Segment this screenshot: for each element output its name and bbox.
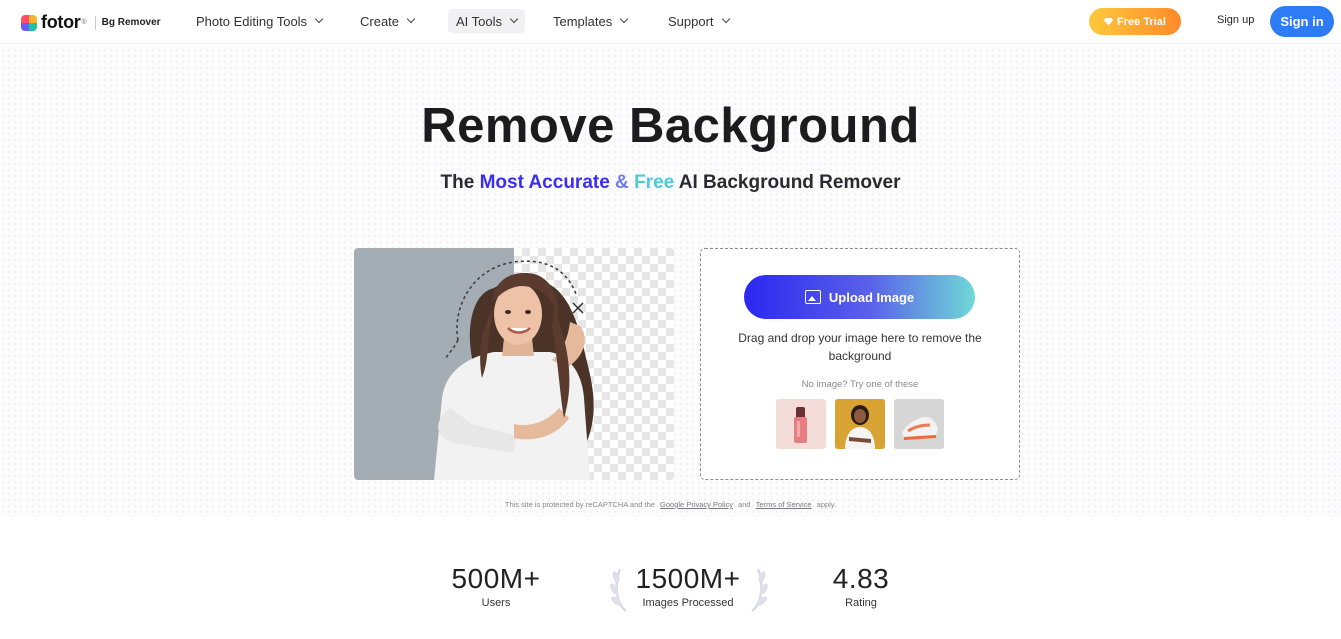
subtitle-part: The — [440, 172, 480, 193]
terms-of-service-link[interactable]: Terms of Service — [756, 500, 812, 509]
sample-image-lipstick[interactable] — [776, 399, 826, 449]
sample-images — [776, 399, 944, 449]
fotor-logo[interactable]: fotor ® Bg Remover — [21, 12, 161, 33]
background-removal-demo-image — [354, 248, 674, 480]
nav-photo-editing-tools[interactable]: Photo Editing Tools — [188, 9, 330, 33]
logo-product-name: Bg Remover — [101, 17, 161, 28]
upload-drop-zone[interactable]: Upload Image Drag and drop your image he… — [700, 248, 1020, 480]
recaptcha-notice: This site is protected by reCAPTCHA and … — [0, 500, 1341, 509]
privacy-policy-link[interactable]: Google Privacy Policy — [660, 500, 733, 509]
sample-prompt: No image? Try one of these — [801, 379, 919, 390]
sneaker-icon — [894, 399, 944, 449]
nav-label: Support — [668, 13, 714, 29]
add-image-icon — [804, 290, 821, 304]
subtitle-highlight-free: Free — [634, 172, 675, 193]
nav-label: Photo Editing Tools — [196, 13, 308, 29]
page-subtitle: The Most Accurate & Free AI Background R… — [0, 172, 1341, 194]
stat-users: 500M+ Users — [436, 563, 556, 609]
sign-up-link[interactable]: Sign up — [1217, 14, 1254, 26]
chevron-down-icon — [314, 14, 324, 24]
nav-templates[interactable]: Templates — [545, 9, 635, 33]
registered-mark: ® — [81, 19, 87, 26]
stat-images-processed: 1500M+ Images Processed — [622, 563, 754, 609]
upload-description: Drag and drop your image here to remove … — [738, 331, 982, 363]
nav-create[interactable]: Create — [352, 9, 422, 33]
chevron-down-icon — [620, 14, 629, 24]
chevron-down-icon — [406, 14, 416, 24]
stat-value: 4.83 — [832, 563, 890, 594]
chevron-down-icon — [509, 14, 519, 24]
stat-value: 500M+ — [451, 563, 541, 594]
nav-label: Create — [360, 13, 400, 29]
stat-rating: 4.83 Rating — [806, 563, 916, 609]
legal-suffix: apply. — [816, 500, 837, 509]
stat-value: 1500M+ — [635, 563, 741, 594]
sample-image-sneaker[interactable] — [894, 399, 944, 449]
laurel-right-icon — [751, 568, 768, 612]
page-title: Remove Background — [421, 99, 920, 153]
woman-portrait-icon — [835, 399, 885, 449]
legal-and: and — [738, 500, 751, 509]
nav-label: Templates — [553, 13, 613, 29]
free-trial-label: Free Trial — [1117, 15, 1166, 28]
subtitle-part: AI Background Remover — [674, 172, 901, 193]
stat-label: Users — [481, 597, 511, 609]
subtitle-part: & — [609, 172, 635, 193]
top-navigation-bar: fotor ® Bg Remover Photo Editing Tools C… — [0, 0, 1341, 44]
subtitle-highlight-accurate: Most Accurate — [479, 172, 610, 193]
stat-label: Rating — [845, 597, 877, 609]
nav-support[interactable]: Support — [660, 9, 737, 33]
stat-label: Images Processed — [642, 597, 734, 609]
upload-button-label: Upload Image — [828, 289, 915, 305]
chevron-down-icon — [721, 14, 730, 24]
woman-illustration — [434, 260, 594, 480]
nav-ai-tools[interactable]: AI Tools — [448, 9, 526, 33]
lipstick-icon — [776, 399, 826, 449]
logo-text: fotor — [41, 12, 81, 32]
diamond-icon — [1104, 17, 1114, 26]
upload-image-button[interactable]: Upload Image — [744, 275, 975, 319]
sample-image-woman[interactable] — [835, 399, 885, 449]
logo-divider — [94, 15, 96, 30]
free-trial-button[interactable]: Free Trial — [1089, 8, 1181, 35]
nav-label: AI Tools — [456, 13, 503, 29]
legal-prefix: This site is protected by reCAPTCHA and … — [504, 500, 655, 509]
fotor-logo-icon — [21, 14, 37, 31]
sign-in-button[interactable]: Sign in — [1270, 6, 1334, 37]
